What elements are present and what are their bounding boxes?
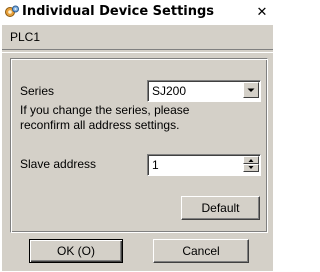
- series-value: SJ200: [152, 84, 187, 98]
- slave-address-value: 1: [152, 158, 159, 172]
- dialog-body: PLC1 Series SJ200 If you change the seri…: [2, 25, 273, 271]
- chevron-down-icon[interactable]: [243, 82, 259, 98]
- slave-address-label: Slave address: [20, 157, 97, 171]
- ok-button[interactable]: OK (O): [29, 239, 123, 263]
- device-name: PLC1: [10, 30, 41, 44]
- series-note-line-2: reconfirm all address settings.: [20, 118, 180, 132]
- header-divider: [2, 49, 273, 53]
- app-settings-icon: [4, 4, 20, 20]
- close-icon[interactable]: ✕: [253, 4, 271, 20]
- spin-down-icon[interactable]: [243, 164, 259, 172]
- series-note: If you change the series, please reconfi…: [20, 103, 189, 133]
- title-bar: Individual Device Settings ✕: [0, 0, 276, 24]
- spin-up-icon[interactable]: [243, 156, 259, 164]
- series-select[interactable]: SJ200: [147, 80, 261, 102]
- slave-address-spinner[interactable]: 1: [147, 154, 261, 176]
- cancel-button[interactable]: Cancel: [153, 239, 249, 263]
- default-button[interactable]: Default: [181, 196, 260, 220]
- window-title: Individual Device Settings: [22, 4, 215, 19]
- device-header: PLC1: [2, 25, 273, 48]
- series-label: Series: [20, 84, 55, 98]
- series-note-line-1: If you change the series, please: [20, 103, 190, 117]
